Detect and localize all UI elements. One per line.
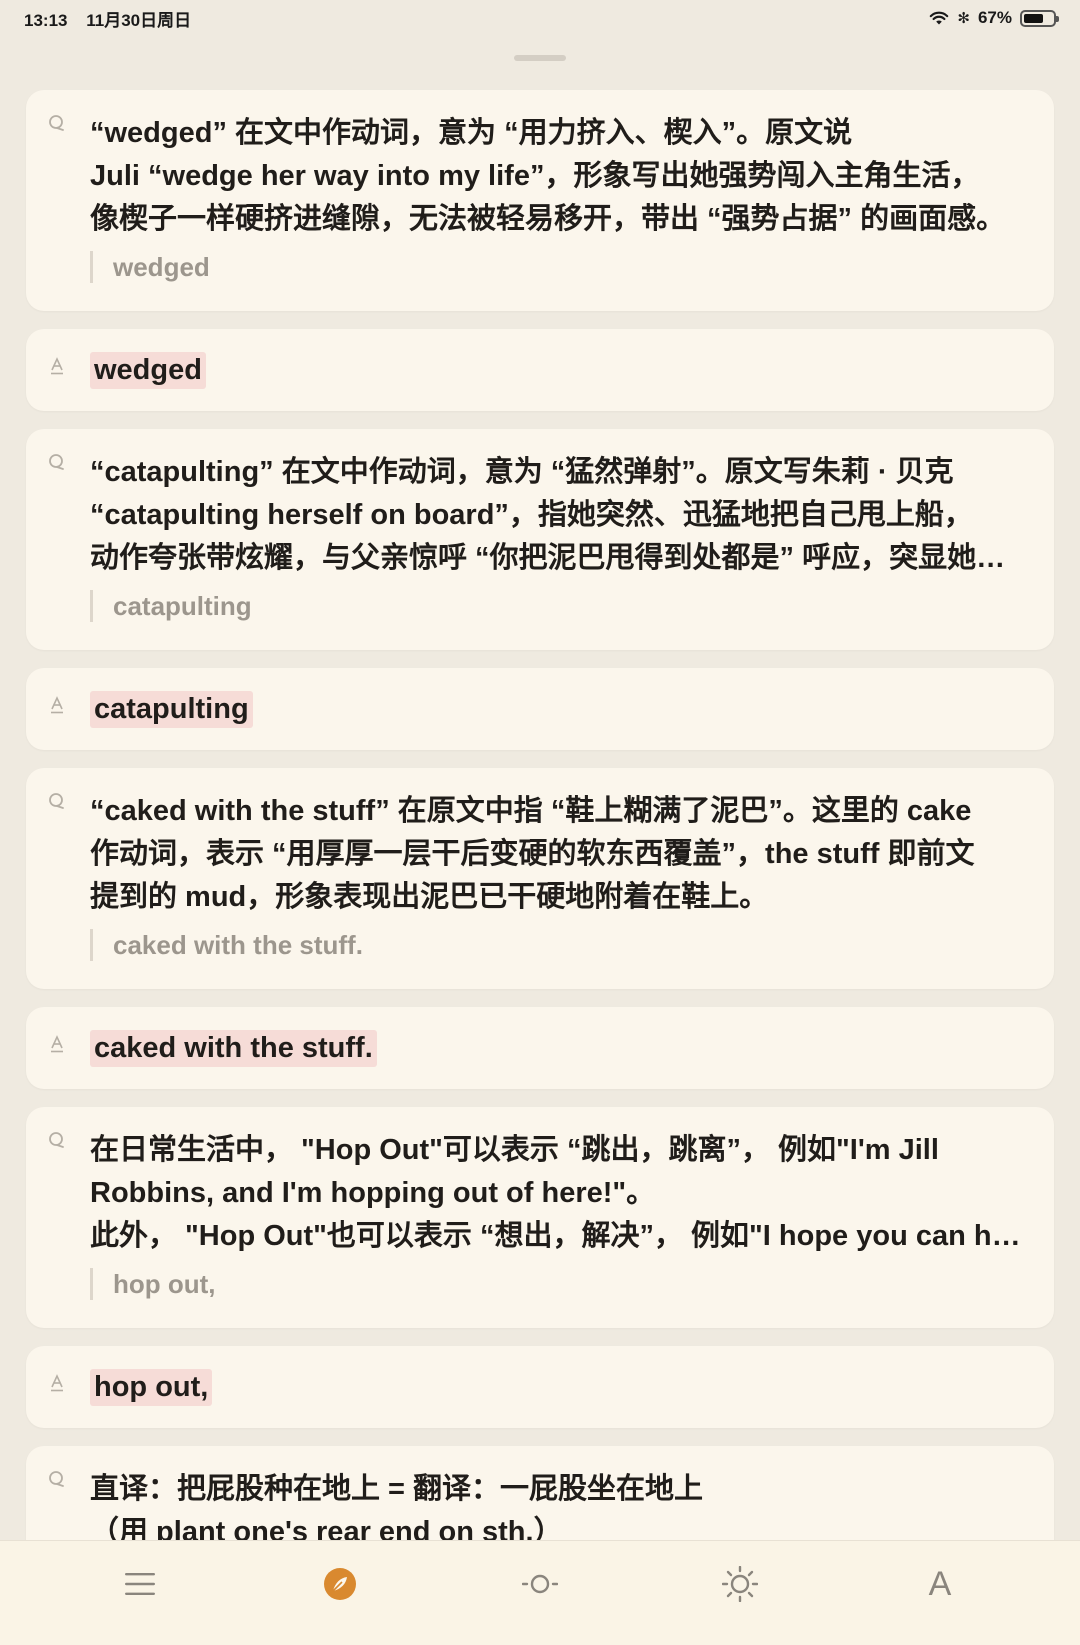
highlight-card[interactable]: caked with the stuff.	[26, 1007, 1054, 1089]
font-icon-label: A	[928, 1564, 952, 1603]
brightness-high-icon[interactable]	[710, 1554, 770, 1614]
notes-list: “wedged” 在文中作动词，意为 “用力挤入、楔入”。原文说 Juli “w…	[26, 90, 1054, 1600]
note-icon	[48, 1131, 66, 1149]
note-icon	[48, 114, 66, 132]
note-quote: wedged	[90, 251, 1030, 283]
note-icon	[48, 453, 66, 471]
note-card[interactable]: “caked with the stuff” 在原文中指 “鞋上糊满了泥巴”。这…	[26, 768, 1054, 989]
note-text: “wedged” 在文中作动词，意为 “用力挤入、楔入”。原文说 Juli “w…	[90, 117, 1006, 235]
note-card[interactable]: “catapulting” 在文中作动词，意为 “猛然弹射”。原文写朱莉 · 贝…	[26, 429, 1054, 650]
status-time: 13:13	[24, 10, 68, 30]
highlight-card[interactable]: wedged	[26, 329, 1054, 411]
status-date: 11月30日周日	[86, 10, 192, 30]
note-card[interactable]: 在日常生活中， "Hop Out"可以表示 “跳出，跳离”， 例如"I'm Ji…	[26, 1107, 1054, 1328]
note-quote: hop out,	[90, 1268, 1030, 1300]
note-text: “caked with the stuff” 在原文中指 “鞋上糊满了泥巴”。这…	[90, 795, 975, 913]
note-quote: caked with the stuff.	[90, 929, 1030, 961]
reader-notes-screen: 13:13 11月30日周日 ✻ 67% “wedged” 在文中作动词，意为 …	[0, 0, 1080, 1645]
battery-icon	[1020, 9, 1059, 27]
note-icon	[48, 1470, 66, 1488]
note-text: 在日常生活中， "Hop Out"可以表示 “跳出，跳离”， 例如"I'm Ji…	[90, 1134, 1028, 1252]
highlight-text: wedged	[90, 351, 206, 389]
note-text: “catapulting” 在文中作动词，意为 “猛然弹射”。原文写朱莉 · 贝…	[90, 456, 1006, 574]
highlight-text: catapulting	[90, 690, 253, 728]
compass-icon[interactable]	[310, 1554, 370, 1614]
status-left: 13:13 11月30日周日	[24, 6, 205, 31]
highlight-card[interactable]: hop out,	[26, 1346, 1054, 1428]
font-icon[interactable]: A	[910, 1554, 970, 1614]
sheet-grabber[interactable]	[514, 55, 566, 61]
wifi-icon	[930, 11, 949, 25]
battery-fill	[1024, 13, 1043, 23]
note-icon	[48, 792, 66, 810]
highlight-text: caked with the stuff.	[90, 1029, 377, 1067]
bluetooth-icon: ✻	[957, 10, 970, 27]
highlight-icon	[48, 357, 66, 375]
note-quote: catapulting	[90, 590, 1030, 622]
brightness-low-icon[interactable]	[510, 1554, 570, 1614]
list-icon[interactable]	[110, 1554, 170, 1614]
highlight-icon	[48, 1035, 66, 1053]
note-card[interactable]: “wedged” 在文中作动词，意为 “用力挤入、楔入”。原文说 Juli “w…	[26, 90, 1054, 311]
highlight-card[interactable]: catapulting	[26, 668, 1054, 750]
bottom-toolbar: A	[0, 1540, 1080, 1645]
status-right: ✻ 67%	[929, 8, 1059, 28]
highlight-icon	[48, 696, 66, 714]
highlight-text: hop out,	[90, 1368, 213, 1406]
status-bar: 13:13 11月30日周日 ✻ 67%	[0, 0, 1080, 36]
battery-percent: 67%	[977, 8, 1012, 27]
highlight-icon	[48, 1374, 66, 1392]
